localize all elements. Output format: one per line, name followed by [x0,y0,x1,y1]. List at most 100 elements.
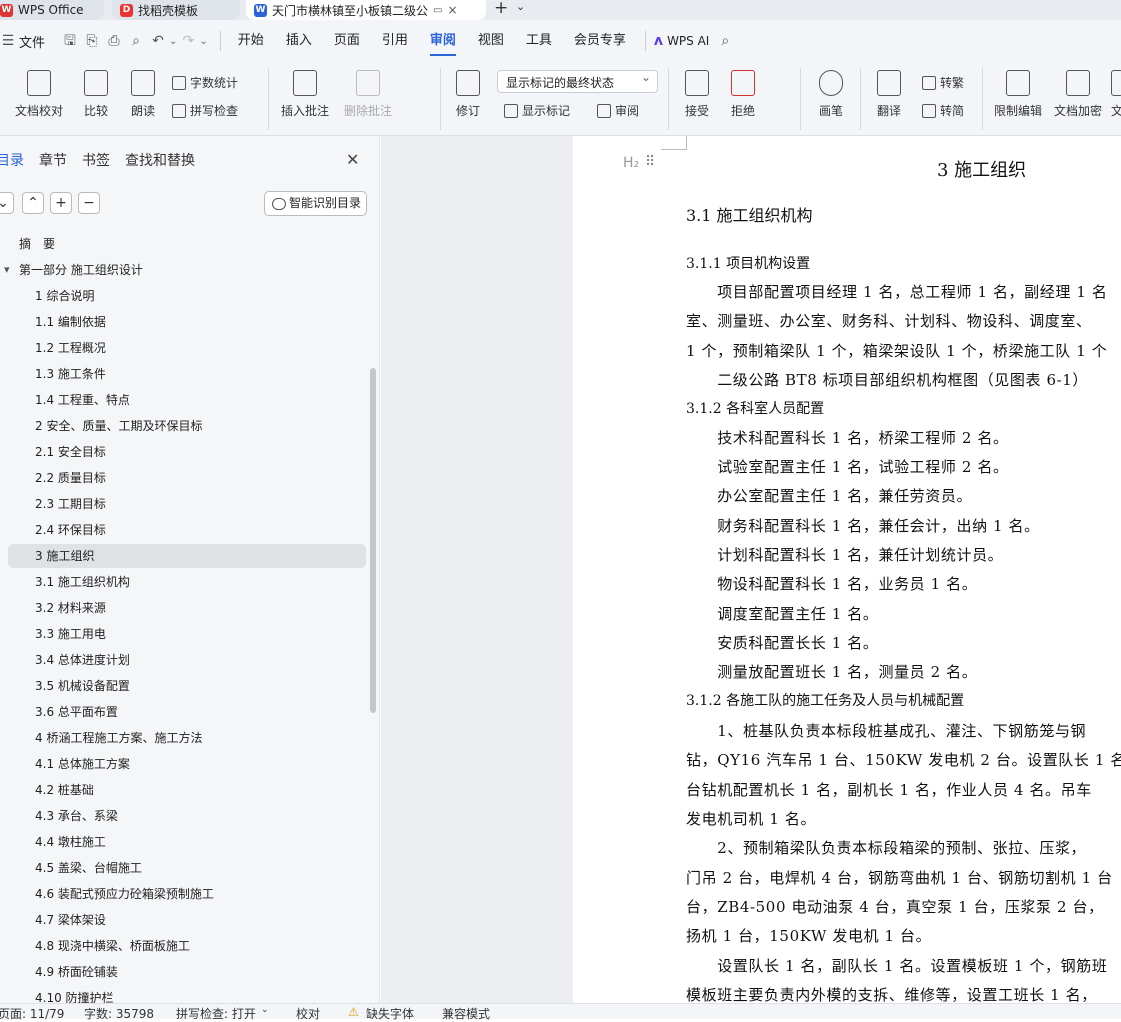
toc-item[interactable]: 3.2 材料来源 [35,596,106,620]
export-icon[interactable]: ⎘ [84,33,100,49]
toc-item[interactable]: 2.2 质量目标 [35,466,106,490]
to-traditional-button[interactable]: 转繁 [922,74,964,91]
toc-item[interactable]: 1.4 工程重、特点 [35,388,130,412]
toc-item[interactable]: 2.4 环保目标 [35,518,106,542]
delete-comment-icon [356,70,380,96]
page-indicator[interactable]: 页面: 11/79 [0,1005,64,1022]
toc-item[interactable]: 3 施工组织 [8,544,366,568]
toc-item[interactable]: 4 桥涵工程施工方案、施工方法 [35,726,202,750]
doc-check-button[interactable]: 文档校对 [10,70,68,119]
spell-check-status[interactable]: 拼写检查: 打开 [176,1005,256,1022]
toc-item[interactable]: 3.6 总平面布置 [35,700,118,724]
spell-check-button[interactable]: 拼写检查 [172,102,238,119]
tab-bookmark[interactable]: 书签 [82,150,110,170]
toc-item[interactable]: 1.1 编制依据 [35,310,106,334]
nav-scrollbar[interactable] [370,368,376,713]
menu-page[interactable]: 页面 [323,20,371,62]
translate-button[interactable]: 翻译 [872,70,906,119]
smart-toc-button[interactable]: 智能识别目录 [264,191,367,216]
toc-item[interactable]: 1.3 施工条件 [35,362,106,386]
menu-review[interactable]: 审阅 [419,20,467,62]
display-state-select[interactable]: 显示标记的最终状态 [497,70,658,93]
print-preview-icon[interactable]: ⌕ [128,33,144,49]
read-aloud-label: 朗读 [130,104,155,118]
more-dropdown-icon[interactable]: ⌄ [199,36,207,47]
reject-button[interactable]: 拒绝 [726,70,760,119]
tab-wps-office[interactable]: W WPS Office [0,0,104,20]
wps-ai-button[interactable]: WPS AI [667,34,709,48]
drag-handle-icon[interactable]: ⠿ [645,154,655,170]
tab-find-replace[interactable]: 查找和替换 [125,150,195,170]
toc-item[interactable]: 4.1 总体施工方案 [35,752,130,776]
missing-font-status[interactable]: 缺失字体 [366,1005,414,1022]
proof-status[interactable]: 校对 [296,1005,320,1022]
toc-item[interactable]: 4.2 桩基础 [35,778,94,802]
close-tab-icon[interactable]: × [447,3,457,17]
toc-item[interactable]: 2.1 安全目标 [35,440,106,464]
toc-item[interactable]: 4.9 桥面砼铺装 [35,960,118,984]
window-icon[interactable]: ▭ [433,5,442,16]
toc-item[interactable]: 4.3 承台、系梁 [35,804,118,828]
tab-template[interactable]: D 找稻壳模板 [112,0,240,20]
save-icon[interactable]: 🖫 [62,33,78,49]
toc-item[interactable]: 摘 要 [19,232,55,256]
tab-toc[interactable]: 目录 [0,150,24,170]
accept-button[interactable]: 接受 [680,70,714,119]
tab-chapter[interactable]: 章节 [39,150,67,170]
toc-item[interactable]: 3.5 机械设备配置 [35,674,130,698]
toc-item[interactable]: 3.3 施工用电 [35,622,106,646]
collapse-dropdown-button[interactable]: ⌄ [0,192,14,214]
toc-item[interactable]: 4.4 墩柱施工 [35,830,106,854]
restrict-edit-button[interactable]: 限制编辑 [993,70,1043,119]
add-heading-button[interactable]: + [50,192,72,214]
file-menu[interactable]: 文件 [19,32,45,51]
show-marks-button[interactable]: 显示标记 [504,102,570,119]
toc-item[interactable]: 3.1 施工组织机构 [35,570,130,594]
expand-arrow-icon[interactable]: ▾ [4,258,10,282]
undo-dropdown-icon[interactable]: ⌄ [169,36,177,47]
show-marks-icon [504,103,518,118]
read-aloud-button[interactable]: 朗读 [128,70,158,119]
tab-document[interactable]: W 天门市横林镇至小板镇二级公 ▭ × [246,0,486,20]
chevron-down-icon[interactable]: ⌄ [261,1005,269,1015]
toc-item[interactable]: 4.5 盖梁、台帽施工 [35,856,142,880]
menu-tools[interactable]: 工具 [515,20,563,62]
delete-comment-button[interactable]: 删除批注 [340,70,396,119]
word-count-status[interactable]: 字数: 35798 [84,1005,154,1022]
encrypt-button[interactable]: 文档加密 [1053,70,1103,119]
review-pane-button[interactable]: 审阅 [597,102,639,119]
level-up-button[interactable]: ⌃ [22,192,44,214]
ribbon-separator [668,68,669,130]
menu-home[interactable]: 开始 [227,20,275,62]
toc-item[interactable]: 1.2 工程概况 [35,336,106,360]
toc-item[interactable]: 2 安全、质量、工期及环保目标 [35,414,202,438]
pen-button[interactable]: 画笔 [816,70,846,119]
toc-item[interactable]: 2.3 工期目标 [35,492,106,516]
redo-icon[interactable]: ↷ [180,33,196,49]
search-icon[interactable]: ⌕ [717,33,733,49]
revise-button[interactable]: 修订 [450,70,486,119]
hamburger-icon[interactable]: ☰ [0,33,16,49]
toc-item[interactable]: 4.8 现浇中横梁、桥面板施工 [35,934,190,958]
insert-comment-button[interactable]: 插入批注 [280,70,330,119]
menu-references[interactable]: 引用 [371,20,419,62]
menu-view[interactable]: 视图 [467,20,515,62]
toc-item[interactable]: 3.4 总体进度计划 [35,648,130,672]
menu-insert[interactable]: 插入 [275,20,323,62]
menu-member[interactable]: 会员专享 [563,20,637,62]
toc-item[interactable]: 4.7 梁体架设 [35,908,106,932]
word-count-button[interactable]: 字数统计 [172,74,238,91]
to-simplified-icon [922,103,936,118]
toc-item[interactable]: 第一部分 施工组织设计 [19,258,143,282]
more-button[interactable]: 文 [1110,70,1121,119]
toc-item[interactable]: 4.6 装配式预应力砼箱梁预制施工 [35,882,214,906]
new-tab-icon[interactable]: + [494,0,508,18]
remove-heading-button[interactable]: − [78,192,100,214]
to-simplified-button[interactable]: 转简 [922,102,964,119]
toc-item[interactable]: 1 综合说明 [35,284,94,308]
close-icon[interactable]: ✕ [346,150,359,169]
print-icon[interactable]: ⎙ [106,33,122,49]
chevron-down-icon[interactable]: ⌄ [516,0,525,13]
undo-icon[interactable]: ↶ [150,33,166,49]
compare-button[interactable]: 比较 [78,70,114,119]
